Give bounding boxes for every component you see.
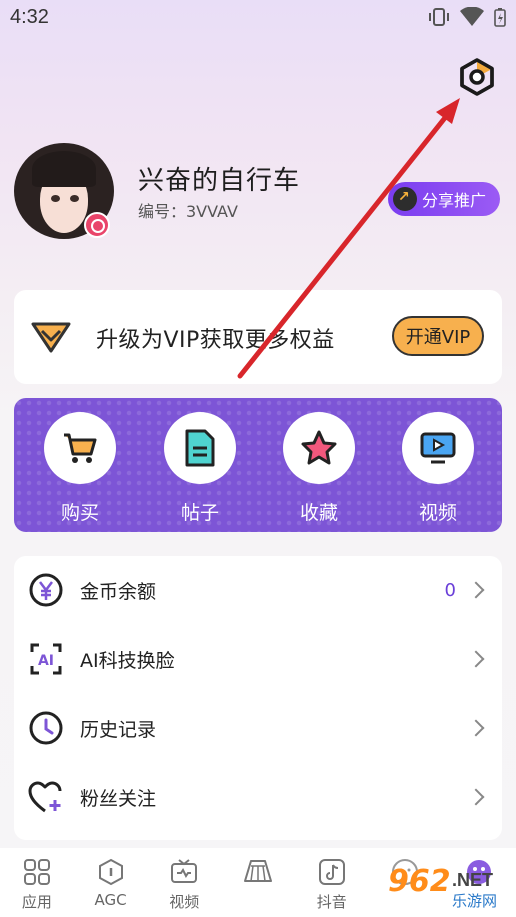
watermark-cn: 乐游网 xyxy=(452,892,498,910)
feature-favorites[interactable]: 收藏 xyxy=(281,412,357,525)
feature-videos[interactable]: 视频 xyxy=(400,412,476,525)
feature-label: 收藏 xyxy=(299,502,338,524)
tab-label: AGC xyxy=(94,891,127,909)
tv-icon xyxy=(171,859,198,883)
chevron-right-icon xyxy=(467,650,485,668)
menu-row-coin-balance[interactable]: 金币余额 0 xyxy=(14,556,502,624)
avatar-edit-badge[interactable] xyxy=(84,212,110,238)
watermark-logo: 962 xyxy=(388,864,451,899)
agc-icon xyxy=(98,858,123,886)
share-promote-button[interactable]: 分享推广 xyxy=(388,182,500,216)
menu-label: 金币余额 xyxy=(80,580,157,603)
feature-posts[interactable]: 帖子 xyxy=(162,412,238,525)
wifi-icon xyxy=(460,7,484,26)
cart-icon xyxy=(64,433,97,463)
feature-label: 帖子 xyxy=(180,502,219,524)
menu-row-history[interactable]: 历史记录 xyxy=(14,694,502,762)
vip-upgrade-text: 升级为VIP获取更多权益 xyxy=(96,328,335,353)
user-id: 编号：3VVAV xyxy=(138,202,238,221)
tab-label: 视频 xyxy=(169,893,200,911)
tab-agc[interactable]: AGC xyxy=(74,848,148,917)
clock-icon xyxy=(29,711,63,745)
vip-card[interactable]: 升级为VIP获取更多权益 开通VIP xyxy=(14,290,502,384)
heart-plus-icon xyxy=(28,781,62,813)
vibrate-icon xyxy=(429,8,449,26)
tab-video[interactable]: 视频 xyxy=(147,848,221,917)
feature-label: 购买 xyxy=(60,502,99,524)
menu-list: 金币余额 0 AI AI科技换脸 历史记录 粉丝关注 xyxy=(14,556,502,840)
star-icon xyxy=(301,430,337,465)
coin-balance-value: 0 xyxy=(444,579,456,601)
settings-button[interactable] xyxy=(455,55,499,99)
menu-label: AI科技换脸 xyxy=(80,649,175,672)
apps-grid-icon xyxy=(23,859,50,885)
share-arrow-icon xyxy=(393,187,417,211)
status-time: 4:32 xyxy=(10,6,49,28)
ai-face-icon: AI xyxy=(30,643,62,675)
feature-panel: 购买 帖子 收藏 视频 xyxy=(14,398,502,532)
share-label: 分享推广 xyxy=(422,191,487,210)
tab-label: 应用 xyxy=(21,893,52,911)
vip-open-button[interactable]: 开通VIP xyxy=(392,316,484,356)
watermark: 962 .NET 乐游网 xyxy=(388,864,512,912)
menu-label: 粉丝关注 xyxy=(80,787,157,810)
menu-row-fans[interactable]: 粉丝关注 xyxy=(14,763,502,831)
tiktok-icon xyxy=(318,859,345,885)
skirt-icon xyxy=(244,860,273,882)
svg-text:AI: AI xyxy=(38,653,54,669)
feature-buy[interactable]: 购买 xyxy=(42,412,118,525)
chevron-right-icon xyxy=(467,788,485,806)
document-icon xyxy=(185,429,215,467)
vip-diamond-icon xyxy=(31,322,71,353)
status-bar: 4:32 xyxy=(0,0,516,36)
watermark-net: .NET xyxy=(452,870,494,890)
tab-skirt[interactable] xyxy=(221,848,295,917)
battery-icon xyxy=(494,8,506,27)
menu-label: 历史记录 xyxy=(80,718,157,741)
tv-play-icon xyxy=(420,432,456,464)
tab-douyin[interactable]: 抖音 xyxy=(295,848,369,917)
menu-row-ai-face[interactable]: AI AI科技换脸 xyxy=(14,625,502,693)
feature-label: 视频 xyxy=(418,502,457,524)
chevron-right-icon xyxy=(467,581,485,599)
chevron-right-icon xyxy=(467,719,485,737)
hexagon-settings-icon xyxy=(460,58,494,96)
tab-apps[interactable]: 应用 xyxy=(0,848,74,917)
coin-yen-icon xyxy=(29,573,63,607)
username: 兴奋的自行车 xyxy=(138,166,301,196)
tab-label: 抖音 xyxy=(316,893,347,911)
